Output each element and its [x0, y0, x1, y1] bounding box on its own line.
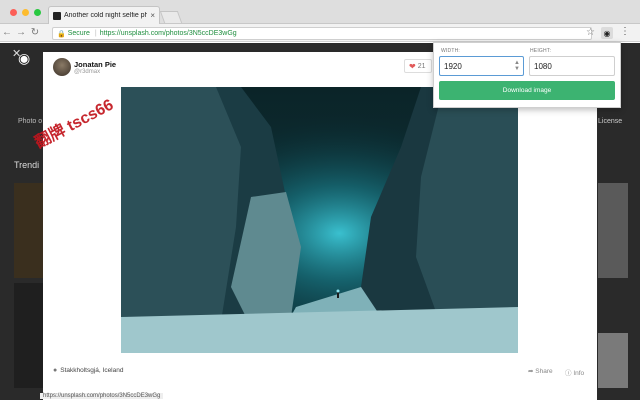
thumbnail[interactable] [598, 183, 628, 278]
star-icon[interactable]: ☆ [586, 27, 595, 38]
address-bar[interactable]: 🔒 Secure | https://unsplash.com/photos/3… [52, 27, 592, 40]
window-minimize-button[interactable] [22, 9, 29, 16]
camera-icon: ◉ [603, 28, 611, 38]
location-text: Stakkholtsgjá, Iceland [60, 367, 124, 374]
forward-arrow-icon[interactable]: → [14, 24, 28, 42]
tab-close-icon[interactable]: × [150, 11, 155, 20]
extension-popup: WIDTH: HEIGHT: ▲▼ Download image [433, 42, 621, 108]
share-button[interactable]: ➦ Share [528, 367, 553, 375]
backdrop-left-text: Photo o [18, 118, 43, 125]
height-label: HEIGHT: [530, 48, 552, 54]
thumbnail[interactable] [598, 333, 628, 388]
heart-icon: ❤ [409, 61, 416, 71]
like-count: 21 [417, 62, 426, 70]
reload-icon[interactable]: ↻ [28, 24, 42, 42]
photo-location[interactable]: ● Stakkholtsgjá, Iceland [53, 367, 123, 374]
tab-title: Another cold night selfie photo [64, 12, 148, 19]
width-stepper-icon[interactable]: ▲ ▼ [514, 60, 520, 72]
url-text: https://unsplash.com/photos/3N5ccDE3wGg [99, 30, 237, 37]
backdrop-right-text: License [598, 118, 623, 125]
camera-icon[interactable]: ◉ [18, 50, 30, 67]
address-separator: | [94, 30, 97, 37]
window-maximize-button[interactable] [34, 9, 41, 16]
width-field[interactable] [439, 56, 524, 76]
share-label: Share [535, 368, 553, 375]
info-label: Info [573, 370, 585, 377]
lock-icon: 🔒 [57, 30, 66, 38]
kebab-icon[interactable]: ⋮ [620, 26, 630, 37]
download-image-button[interactable]: Download image [439, 81, 615, 100]
main-photo[interactable] [121, 87, 518, 353]
author-handle[interactable]: @r3dmax [74, 69, 100, 75]
back-arrow-icon[interactable]: ← [0, 24, 14, 42]
window-close-button[interactable] [10, 9, 17, 16]
photo-image [121, 87, 518, 353]
like-button[interactable]: ❤ 21 [404, 59, 432, 73]
width-label: WIDTH: [441, 48, 460, 54]
trending-heading: Trendi [14, 160, 40, 170]
avatar[interactable] [53, 58, 71, 76]
browser-toolbar: ← → ↻ 🔒 Secure | https://unsplash.com/ph… [0, 24, 640, 42]
window-titlebar: Another cold night selfie photo × [0, 0, 640, 24]
height-field[interactable] [529, 56, 615, 76]
extension-camera-button[interactable]: ◉ [601, 27, 613, 39]
pin-icon: ● [53, 367, 58, 374]
author-name[interactable]: Jonatan Pie [74, 60, 116, 69]
secure-label: Secure [67, 30, 90, 37]
new-tab-button[interactable] [159, 11, 183, 23]
status-bar: https://unsplash.com/photos/3N5ccDE3wGg [40, 393, 164, 399]
browser-tab[interactable]: Another cold night selfie photo × [48, 6, 160, 24]
info-button[interactable]: ⓘ Info [565, 367, 584, 377]
camera-icon [53, 11, 61, 20]
